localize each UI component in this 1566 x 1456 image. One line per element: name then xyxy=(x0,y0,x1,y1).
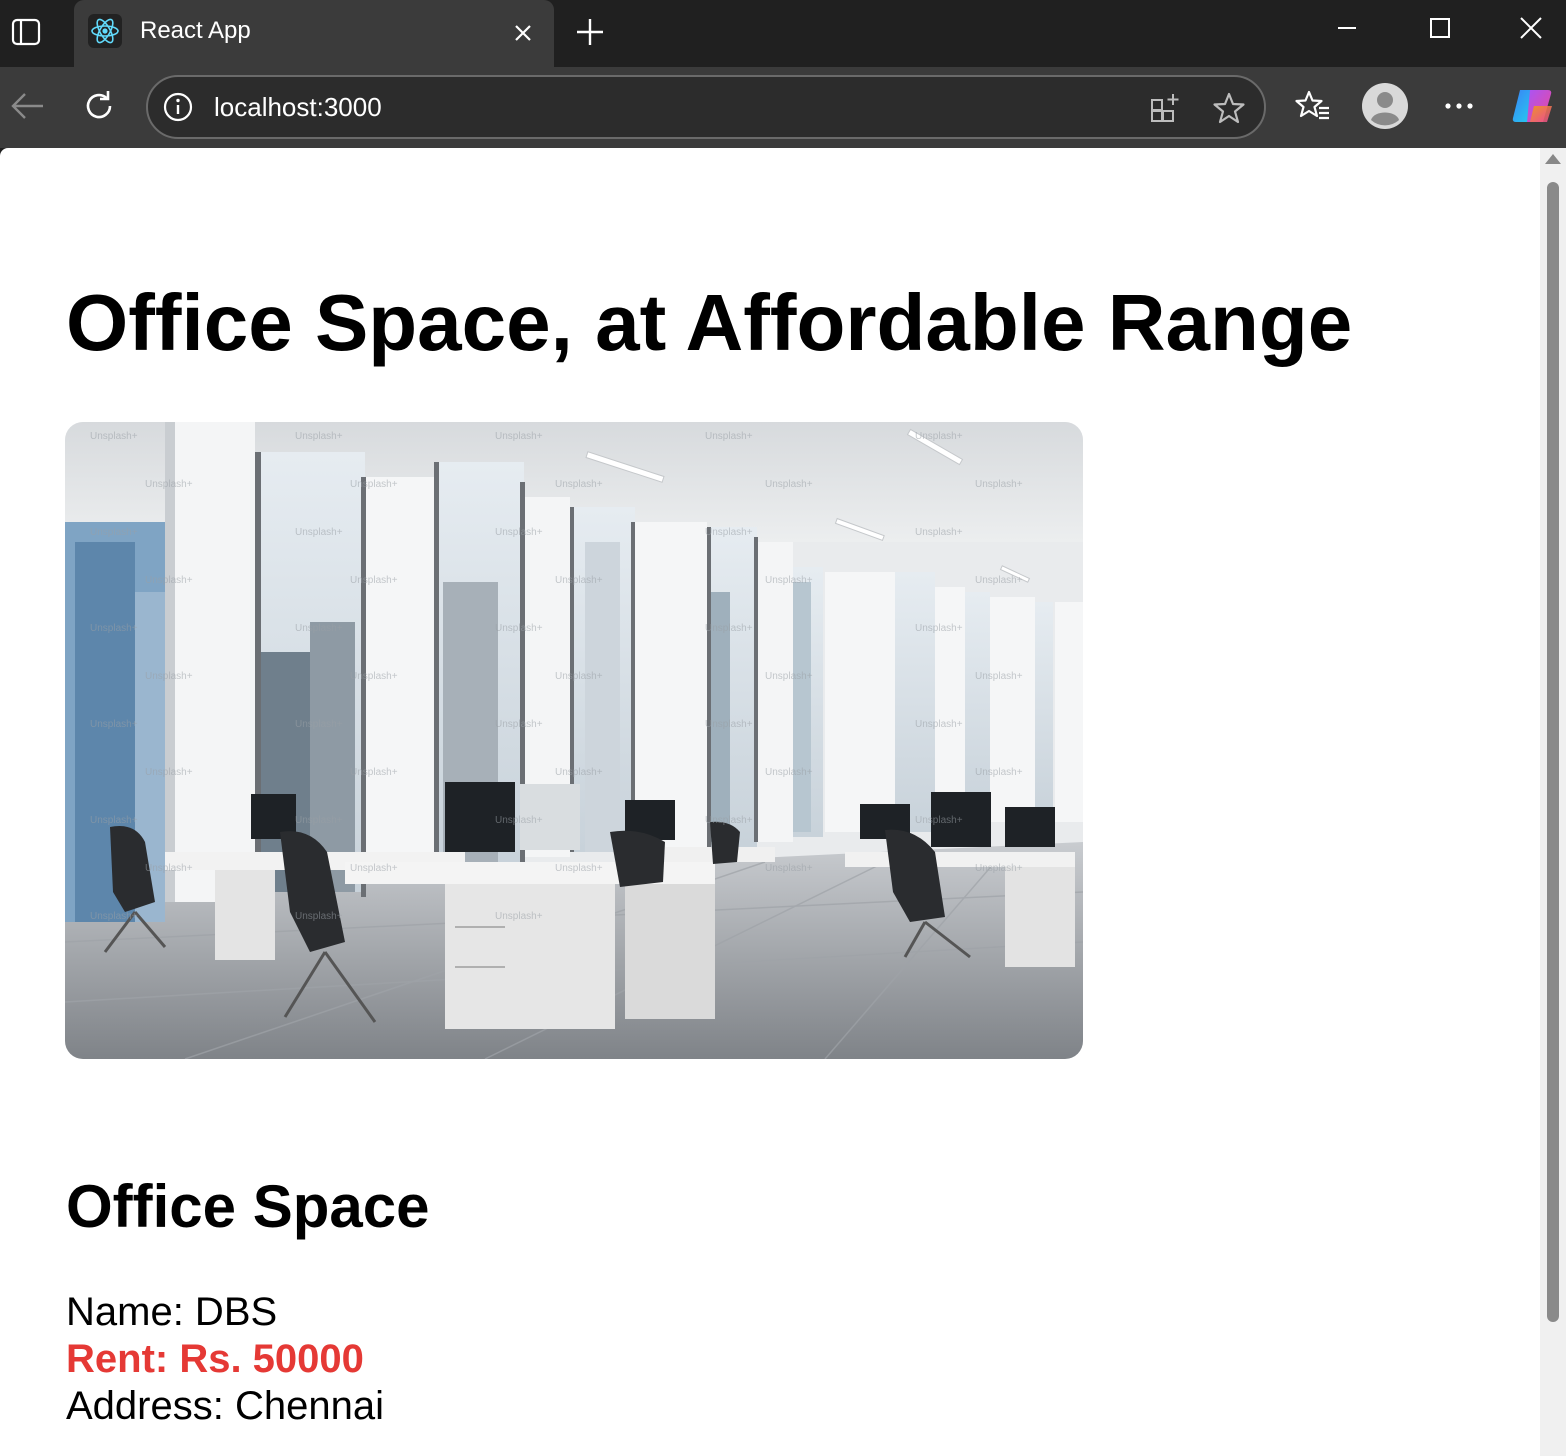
svg-text:Unsplash+: Unsplash+ xyxy=(350,863,398,874)
svg-text:Unsplash+: Unsplash+ xyxy=(915,815,963,826)
svg-text:Unsplash+: Unsplash+ xyxy=(555,767,603,778)
svg-text:Unsplash+: Unsplash+ xyxy=(555,863,603,874)
page-heading: Office Space, at Affordable Range xyxy=(66,278,1353,367)
address-bar[interactable]: localhost:3000 xyxy=(146,75,1266,139)
svg-text:Unsplash+: Unsplash+ xyxy=(765,671,813,682)
svg-text:Unsplash+: Unsplash+ xyxy=(705,815,753,826)
svg-text:Unsplash+: Unsplash+ xyxy=(145,479,193,490)
copilot-icon[interactable] xyxy=(1510,83,1556,129)
more-icon[interactable] xyxy=(1436,83,1482,129)
svg-text:Unsplash+: Unsplash+ xyxy=(495,623,543,634)
svg-text:Unsplash+: Unsplash+ xyxy=(705,527,753,538)
back-arrow-icon[interactable] xyxy=(4,83,50,129)
office-name: Name: DBS xyxy=(66,1290,278,1334)
svg-text:Unsplash+: Unsplash+ xyxy=(555,671,603,682)
svg-text:Unsplash+: Unsplash+ xyxy=(495,815,543,826)
svg-text:Unsplash+: Unsplash+ xyxy=(915,527,963,538)
svg-text:Unsplash+: Unsplash+ xyxy=(975,863,1023,874)
scroll-up-icon[interactable] xyxy=(1545,154,1561,164)
svg-text:Unsplash+: Unsplash+ xyxy=(90,527,138,538)
star-icon[interactable] xyxy=(1210,89,1248,127)
svg-text:Unsplash+: Unsplash+ xyxy=(295,527,343,538)
svg-text:Unsplash+: Unsplash+ xyxy=(915,719,963,730)
svg-text:Unsplash+: Unsplash+ xyxy=(705,719,753,730)
tab-title: React App xyxy=(140,17,251,44)
page-viewport: Office Space, at Affordable Range Unspla… xyxy=(0,148,1540,1456)
svg-text:Unsplash+: Unsplash+ xyxy=(765,479,813,490)
svg-text:Unsplash+: Unsplash+ xyxy=(145,575,193,586)
svg-text:Unsplash+: Unsplash+ xyxy=(495,911,543,922)
svg-text:Unsplash+: Unsplash+ xyxy=(705,431,753,442)
refresh-icon[interactable] xyxy=(76,83,122,129)
sidebar-icon[interactable] xyxy=(6,12,46,52)
svg-text:Unsplash+: Unsplash+ xyxy=(555,575,603,586)
svg-text:Unsplash+: Unsplash+ xyxy=(765,767,813,778)
svg-text:Unsplash+: Unsplash+ xyxy=(295,719,343,730)
svg-text:Unsplash+: Unsplash+ xyxy=(705,623,753,634)
svg-text:Unsplash+: Unsplash+ xyxy=(975,671,1023,682)
office-image: Unsplash+ Unsplash+ Unsplash+ Unsplash+ Unsp… xyxy=(65,422,1083,1059)
svg-text:Unsplash+: Unsplash+ xyxy=(350,767,398,778)
svg-text:Unsplash+: Unsplash+ xyxy=(145,863,193,874)
svg-text:Unsplash+: Unsplash+ xyxy=(295,623,343,634)
browser-toolbar: localhost:3000 xyxy=(0,67,1566,148)
svg-text:Unsplash+: Unsplash+ xyxy=(295,431,343,442)
svg-text:Unsplash+: Unsplash+ xyxy=(495,719,543,730)
svg-text:Unsplash+: Unsplash+ xyxy=(295,911,343,922)
svg-text:Unsplash+: Unsplash+ xyxy=(145,671,193,682)
minimize-icon[interactable] xyxy=(1322,8,1372,48)
address-text[interactable]: localhost:3000 xyxy=(214,92,382,122)
svg-text:Unsplash+: Unsplash+ xyxy=(350,479,398,490)
tab-strip: React App xyxy=(0,0,1566,67)
maximize-icon[interactable] xyxy=(1415,8,1465,48)
svg-text:Unsplash+: Unsplash+ xyxy=(975,575,1023,586)
add-app-icon[interactable] xyxy=(1146,89,1184,127)
office-rent: Rent: Rs. 50000 xyxy=(66,1337,364,1381)
svg-text:Unsplash+: Unsplash+ xyxy=(90,431,138,442)
favorites-icon[interactable] xyxy=(1290,83,1336,129)
react-logo-icon xyxy=(88,14,122,48)
svg-text:Unsplash+: Unsplash+ xyxy=(90,719,138,730)
svg-text:Unsplash+: Unsplash+ xyxy=(90,623,138,634)
section-heading: Office Space xyxy=(66,1173,430,1240)
svg-text:Unsplash+: Unsplash+ xyxy=(915,431,963,442)
page-scrollbar[interactable] xyxy=(1540,148,1566,1456)
plus-icon[interactable] xyxy=(570,12,610,52)
scroll-thumb[interactable] xyxy=(1547,182,1559,1322)
svg-text:Unsplash+: Unsplash+ xyxy=(495,527,543,538)
svg-text:Unsplash+: Unsplash+ xyxy=(765,863,813,874)
svg-text:Unsplash+: Unsplash+ xyxy=(915,623,963,634)
window-close-icon[interactable] xyxy=(1506,8,1556,48)
svg-text:Unsplash+: Unsplash+ xyxy=(295,815,343,826)
svg-text:Unsplash+: Unsplash+ xyxy=(495,431,543,442)
office-address: Address: Chennai xyxy=(66,1384,384,1428)
active-tab[interactable]: React App xyxy=(74,0,554,67)
info-icon[interactable] xyxy=(162,91,194,123)
svg-text:Unsplash+: Unsplash+ xyxy=(90,911,138,922)
close-icon[interactable] xyxy=(508,18,538,48)
svg-text:Unsplash+: Unsplash+ xyxy=(350,671,398,682)
profile-icon[interactable] xyxy=(1362,83,1408,129)
svg-text:Unsplash+: Unsplash+ xyxy=(350,575,398,586)
svg-text:Unsplash+: Unsplash+ xyxy=(555,479,603,490)
svg-text:Unsplash+: Unsplash+ xyxy=(975,767,1023,778)
svg-text:Unsplash+: Unsplash+ xyxy=(765,575,813,586)
svg-text:Unsplash+: Unsplash+ xyxy=(90,815,138,826)
svg-text:Unsplash+: Unsplash+ xyxy=(145,767,193,778)
svg-text:Unsplash+: Unsplash+ xyxy=(975,479,1023,490)
